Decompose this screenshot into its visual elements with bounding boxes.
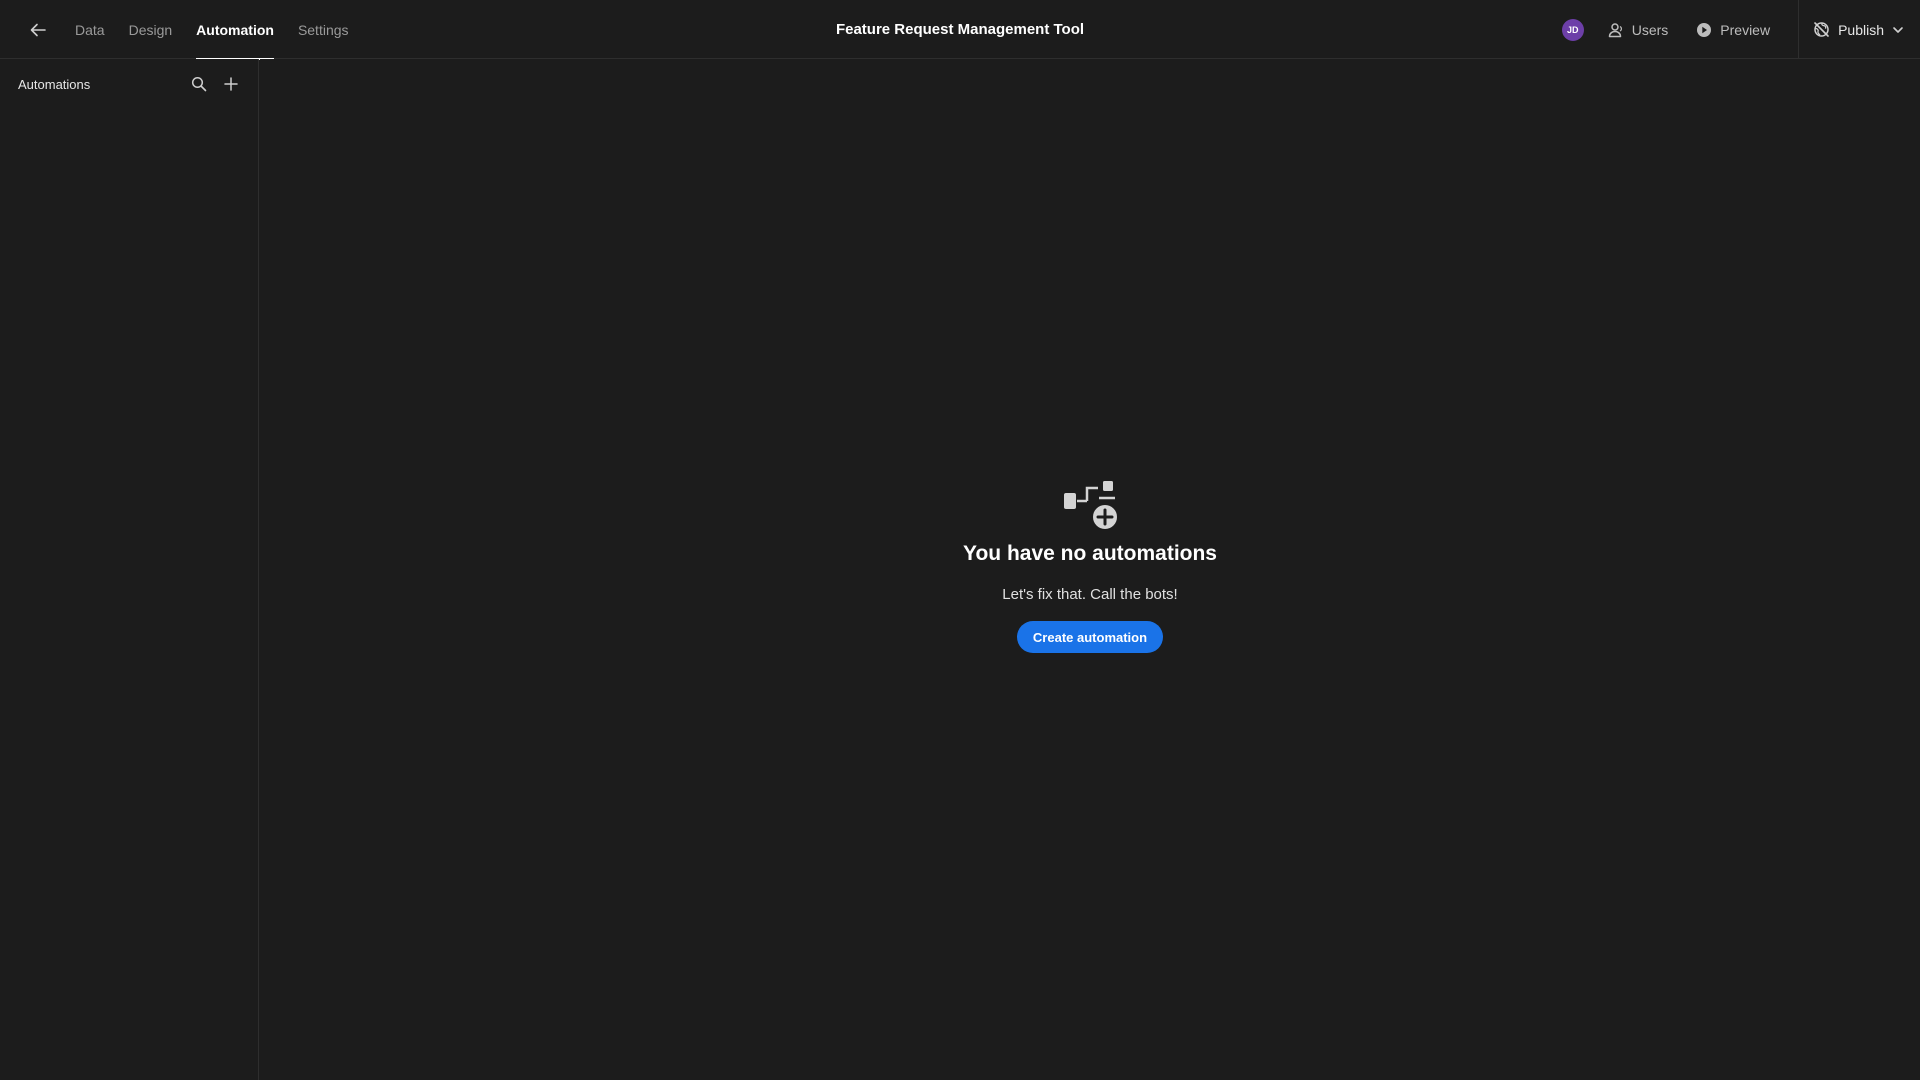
back-button[interactable] <box>22 14 54 46</box>
play-circle-icon <box>1697 22 1712 37</box>
tab-settings[interactable]: Settings <box>298 0 349 59</box>
users-button[interactable]: Users <box>1608 21 1669 38</box>
user-icon <box>1608 22 1622 37</box>
empty-state: You have no automations Let's fix that. … <box>260 474 1920 653</box>
preview-button[interactable]: Preview <box>1696 22 1770 38</box>
plus-icon <box>224 77 238 91</box>
tab-automation[interactable]: Automation <box>196 0 274 60</box>
sidebar-title: Automations <box>18 76 91 92</box>
top-bar: Data Design Automation Settings Feature … <box>0 0 1920 60</box>
nav-tabs: Data Design Automation Settings <box>75 0 349 60</box>
tab-data[interactable]: Data <box>75 0 105 59</box>
empty-state-subtitle: Let's fix that. Call the bots! <box>1002 586 1178 603</box>
header-divider <box>1798 0 1800 59</box>
publish-label: Publish <box>1838 21 1884 38</box>
sidebar-tools <box>190 75 240 93</box>
preview-label: Preview <box>1720 21 1771 38</box>
automation-add-icon <box>1064 481 1119 531</box>
search-icon <box>191 76 207 92</box>
sidebar-header: Automations <box>0 59 258 109</box>
globe-off-icon <box>1814 22 1829 37</box>
publish-button[interactable]: Publish <box>1813 21 1904 38</box>
create-automation-button[interactable]: Create automation <box>1016 621 1164 653</box>
search-button[interactable] <box>190 75 208 93</box>
arrow-left-icon <box>30 23 46 37</box>
users-label: Users <box>1631 21 1669 38</box>
main-content: You have no automations Let's fix that. … <box>260 59 1920 1080</box>
add-automation-button[interactable] <box>222 75 240 93</box>
automations-sidebar: Automations <box>0 59 259 1080</box>
empty-state-title: You have no automations <box>963 542 1217 565</box>
avatar[interactable]: JD <box>1561 18 1584 41</box>
tab-design[interactable]: Design <box>129 0 173 59</box>
chevron-down-icon[interactable] <box>1892 24 1904 36</box>
app-title-text: Feature Request Management Tool <box>835 21 1085 38</box>
header-actions: JD Users Preview Publish <box>1561 0 1920 59</box>
